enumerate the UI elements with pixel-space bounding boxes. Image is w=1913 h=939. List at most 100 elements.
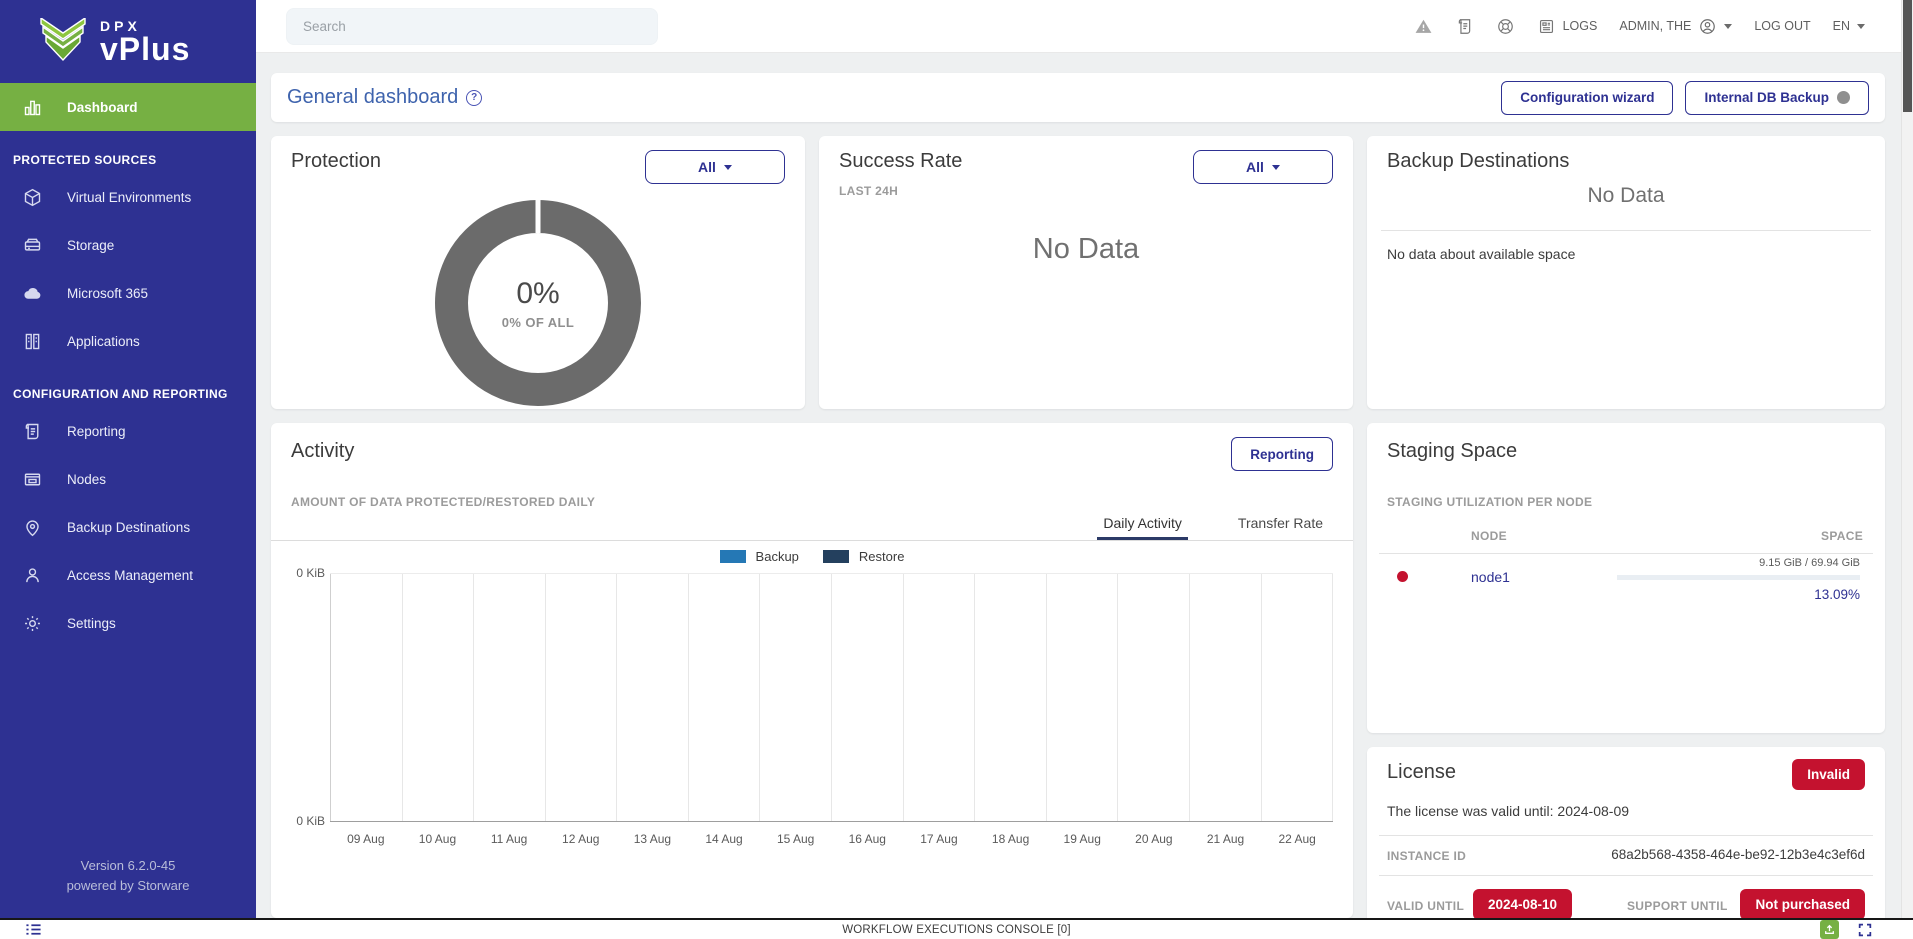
y-axis-tick-bottom: 0 KiB [275, 814, 325, 828]
chart-gridline-cell [832, 574, 904, 821]
user-menu[interactable]: ADMIN, THE [1619, 17, 1732, 36]
internal-db-backup-label: Internal DB Backup [1704, 90, 1829, 105]
divider [1381, 230, 1871, 231]
alerts-button[interactable] [1414, 17, 1433, 36]
chart-gridline-cell [1190, 574, 1262, 821]
protection-percent: 0% [516, 277, 559, 311]
language-menu[interactable]: EN [1833, 19, 1865, 33]
node-space-percent: 13.09% [1814, 587, 1860, 602]
logs-label: LOGS [1563, 19, 1598, 33]
success-rate-no-data: No Data [1026, 232, 1146, 267]
donut-center: 0% 0% OF ALL [435, 200, 641, 406]
sidebar-item-label: Microsoft 365 [67, 286, 148, 301]
chart-gridline-cell [975, 574, 1047, 821]
success-rate-title: Success Rate [839, 150, 962, 173]
brand-logo[interactable]: DPX vPlus [0, 0, 256, 83]
backup-legend-swatch [720, 550, 746, 563]
x-axis-label: 16 Aug [831, 832, 903, 846]
sidebar-item-nodes[interactable]: Nodes [0, 455, 256, 503]
sidebar-item-label: Applications [67, 334, 140, 349]
search-input[interactable] [286, 8, 658, 45]
logout-button[interactable]: LOG OUT [1754, 19, 1810, 33]
backup-destinations-card: Backup Destinations No Data No data abou… [1367, 136, 1885, 409]
chart-gridline-cell [330, 574, 403, 821]
brand-name: DPX vPlus [100, 19, 190, 67]
sidebar-item-backup-destinations[interactable]: Backup Destinations [0, 503, 256, 551]
chevron-down-icon [1724, 24, 1732, 29]
sidebar-item-label: Backup Destinations [67, 520, 190, 535]
warning-triangle-icon [1414, 17, 1433, 36]
cube-icon [22, 187, 43, 208]
tab-daily-activity[interactable]: Daily Activity [1097, 511, 1188, 540]
page-title-text: General dashboard [287, 86, 458, 109]
support-until-label: SUPPORT UNTIL [1627, 899, 1728, 913]
protection-card: Protection All 0% 0% OF ALL [271, 136, 805, 409]
lifebuoy-icon [1496, 17, 1515, 36]
sidebar-item-access-management[interactable]: Access Management [0, 551, 256, 599]
x-axis-label: 09 Aug [330, 832, 402, 846]
x-axis-label: 12 Aug [545, 832, 617, 846]
version-info: Version 6.2.0-45 powered by Storware [0, 856, 256, 896]
sidebar-item-dashboard[interactable]: Dashboard [0, 83, 256, 131]
header-buttons: Configuration wizard Internal DB Backup [1501, 81, 1869, 115]
sidebar-item-virtual-environments[interactable]: Virtual Environments [0, 173, 256, 221]
reports-button[interactable] [1455, 17, 1474, 36]
chart-gridline-cell [617, 574, 689, 821]
workflow-console-bar[interactable]: WORKFLOW EXECUTIONS CONSOLE [0] [0, 918, 1913, 939]
internal-db-backup-button[interactable]: Internal DB Backup [1685, 81, 1869, 115]
column-header-space: SPACE [1821, 529, 1863, 543]
protection-filter-dropdown[interactable]: All [645, 150, 785, 184]
sidebar-item-microsoft-365[interactable]: Microsoft 365 [0, 269, 256, 317]
sidebar-item-settings[interactable]: Settings [0, 599, 256, 647]
node-status-icon [1397, 571, 1408, 582]
tab-transfer-rate[interactable]: Transfer Rate [1232, 511, 1329, 540]
sidebar-item-applications[interactable]: Applications [0, 317, 256, 365]
configuration-wizard-button[interactable]: Configuration wizard [1501, 81, 1673, 115]
sidebar-item-label: Access Management [67, 568, 193, 583]
staging-subtitle: STAGING UTILIZATION PER NODE [1387, 495, 1592, 509]
instance-id-label: INSTANCE ID [1387, 849, 1466, 863]
chart-gridline-cell [403, 574, 475, 821]
success-rate-card: Success Rate LAST 24H All No Data [819, 136, 1353, 409]
daily-activity-chart [330, 573, 1333, 822]
logs-icon [1537, 17, 1556, 36]
license-card: License Invalid The license was valid un… [1367, 747, 1885, 939]
backup-destinations-title: Backup Destinations [1387, 150, 1569, 173]
sidebar-item-storage[interactable]: Storage [0, 221, 256, 269]
x-axis-label: 15 Aug [760, 832, 832, 846]
x-axis-label: 10 Aug [402, 832, 474, 846]
topbar: LOGS ADMIN, THE LOG OUT EN [256, 0, 1913, 53]
activity-reporting-button[interactable]: Reporting [1231, 437, 1333, 471]
app-root: DPX vPlus Dashboard PROTECTED SOURCES Vi… [0, 0, 1913, 939]
help-button[interactable] [1496, 17, 1515, 36]
node-link[interactable]: node1 [1471, 569, 1510, 585]
activity-tabs: Daily Activity Transfer Rate [271, 511, 1353, 541]
sidebar-item-label: Nodes [67, 472, 106, 487]
protection-title: Protection [291, 150, 381, 173]
divider [1379, 835, 1873, 836]
scrollbar-thumb[interactable] [1903, 0, 1912, 112]
x-axis-label: 20 Aug [1118, 832, 1190, 846]
vertical-scrollbar[interactable] [1901, 0, 1913, 918]
sidebar-item-reporting[interactable]: Reporting [0, 407, 256, 455]
page-header: General dashboard ? Configuration wizard… [271, 73, 1885, 122]
x-axis-label: 22 Aug [1261, 832, 1333, 846]
x-axis-label: 17 Aug [903, 832, 975, 846]
backup-destinations-no-data: No Data [1587, 184, 1664, 208]
user-label: ADMIN, THE [1619, 19, 1691, 33]
x-axis-labels: 09 Aug 10 Aug 11 Aug 12 Aug 13 Aug 14 Au… [330, 832, 1333, 846]
help-icon[interactable]: ? [466, 90, 482, 106]
valid-until-badge: 2024-08-10 [1473, 889, 1572, 920]
success-rate-filter-dropdown[interactable]: All [1193, 150, 1333, 184]
location-pin-icon [22, 517, 43, 538]
sidebar-section-configuration-reporting: CONFIGURATION AND REPORTING [0, 365, 256, 407]
sidebar-item-label: Settings [67, 616, 116, 631]
x-axis-label: 11 Aug [473, 832, 545, 846]
logs-button[interactable]: LOGS [1537, 17, 1598, 36]
node-space-usage: 9.15 GiB / 69.94 GiB [1759, 557, 1860, 569]
activity-title: Activity [291, 440, 354, 463]
sidebar-item-label: Storage [67, 238, 114, 253]
applications-icon [22, 331, 43, 352]
restore-legend-swatch [823, 550, 849, 563]
divider [1379, 875, 1873, 876]
